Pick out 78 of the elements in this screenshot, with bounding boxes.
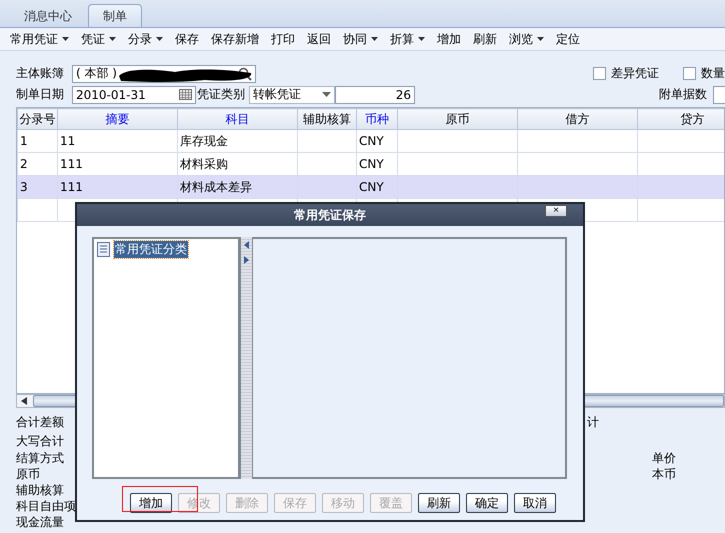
table-cell: 1 — [18, 130, 58, 152]
footer-label: 辅助核算 — [16, 482, 64, 498]
menu-button[interactable]: 折算 — [386, 30, 433, 48]
column-header: 分录号 — [18, 108, 58, 130]
menu-button[interactable]: 凭证 — [77, 30, 124, 48]
field-label: 附单据数 — [659, 86, 707, 103]
footer-label: 现金流量 — [16, 514, 64, 530]
column-header: 摘要 — [58, 108, 178, 130]
column-header: 币种 — [356, 108, 398, 130]
caret-icon — [537, 37, 544, 41]
toolbar-button[interactable]: 打印 — [267, 30, 303, 48]
calendar-icon — [179, 89, 192, 100]
caret-icon — [109, 37, 116, 41]
column-header: 贷方 — [638, 108, 724, 130]
table-cell: 11 — [58, 130, 178, 152]
field-label: 制单日期 — [16, 86, 65, 103]
footer-label: 本币 — [652, 466, 676, 482]
date-field[interactable]: 2010-01-31 — [72, 86, 196, 104]
toolbar-button[interactable]: 增加 — [433, 30, 469, 48]
caret-icon — [156, 37, 163, 41]
scroll-left-icon — [21, 397, 27, 405]
voucher-type-select[interactable]: 转帐凭证 — [249, 86, 335, 104]
dialog-button[interactable]: 取消 — [514, 493, 556, 513]
dialog-button[interactable]: 增加 — [130, 493, 172, 513]
tree-node[interactable]: 常用凭证分类 — [114, 241, 188, 258]
footer-label: 单价 — [652, 450, 676, 466]
table-cell: 3 — [18, 176, 58, 198]
dropdown-icon — [322, 92, 331, 97]
dialog-button[interactable]: 确定 — [466, 493, 508, 513]
caret-icon — [371, 37, 378, 41]
footer-label: 原币 — [16, 466, 40, 482]
tab[interactable]: 制单 — [88, 4, 142, 27]
footer-label: 科目自由项 — [16, 498, 76, 514]
toolbar-button[interactable]: 刷新 — [469, 30, 505, 48]
toolbar-button[interactable]: 返回 — [303, 30, 339, 48]
dialog-button[interactable]: 刷新 — [418, 493, 460, 513]
table-row[interactable]: 3 111 材料成本差异 CNY — [18, 176, 724, 198]
attachments-field[interactable] — [713, 86, 725, 104]
checkbox-label: 差异凭证 — [611, 65, 659, 82]
menu-button[interactable]: 协同 — [339, 30, 386, 48]
table-cell: CNY — [356, 176, 398, 198]
number-field[interactable]: 26 — [335, 86, 415, 104]
document-icon — [97, 242, 110, 257]
table-row[interactable]: 1 11 库存现金 CNY — [18, 130, 724, 152]
table-cell: 材料成本差异 — [178, 176, 298, 198]
checkbox[interactable] — [683, 67, 696, 80]
close-button[interactable]: × — [545, 205, 567, 217]
footer-label: 结算方式 — [16, 450, 64, 466]
column-header: 借方 — [518, 108, 638, 130]
field-label: 凭证类别 — [197, 86, 245, 103]
caret-icon — [62, 37, 69, 41]
search-icon — [238, 66, 252, 80]
table-cell: CNY — [356, 130, 398, 152]
account-field[interactable]: ( 本部 ) — [72, 64, 256, 82]
dialog-title: 常用凭证保存 — [294, 206, 366, 224]
field-label: 主体账簿 — [16, 65, 65, 82]
table-cell — [298, 130, 356, 152]
checkbox-label: 数量 — [701, 65, 725, 82]
tab[interactable]: 消息中心 — [12, 5, 84, 27]
column-header: 科目 — [178, 108, 298, 130]
menu-button[interactable]: 分录 — [124, 30, 171, 48]
table-cell: 111 — [58, 176, 178, 198]
table-cell — [298, 176, 356, 198]
toolbar-button[interactable]: 定位 — [552, 30, 588, 48]
expand-right-icon — [244, 256, 249, 264]
footer-label: 大写合计 — [16, 433, 65, 450]
footer-label: 合计差额 — [16, 414, 65, 430]
column-header: 辅助核算 — [298, 108, 356, 130]
menu-button[interactable]: 常用凭证 — [6, 30, 77, 48]
caret-icon — [418, 37, 425, 41]
column-header: 原币 — [398, 108, 518, 130]
table-cell: 库存现金 — [178, 130, 298, 152]
toolbar-button[interactable]: 保存 — [171, 30, 207, 48]
menu-button[interactable]: 浏览 — [505, 30, 552, 48]
checkbox[interactable] — [593, 67, 606, 80]
footer-label: 计 — [587, 414, 599, 430]
collapse-left-icon — [244, 241, 249, 249]
toolbar-button[interactable]: 保存新增 — [207, 30, 267, 48]
